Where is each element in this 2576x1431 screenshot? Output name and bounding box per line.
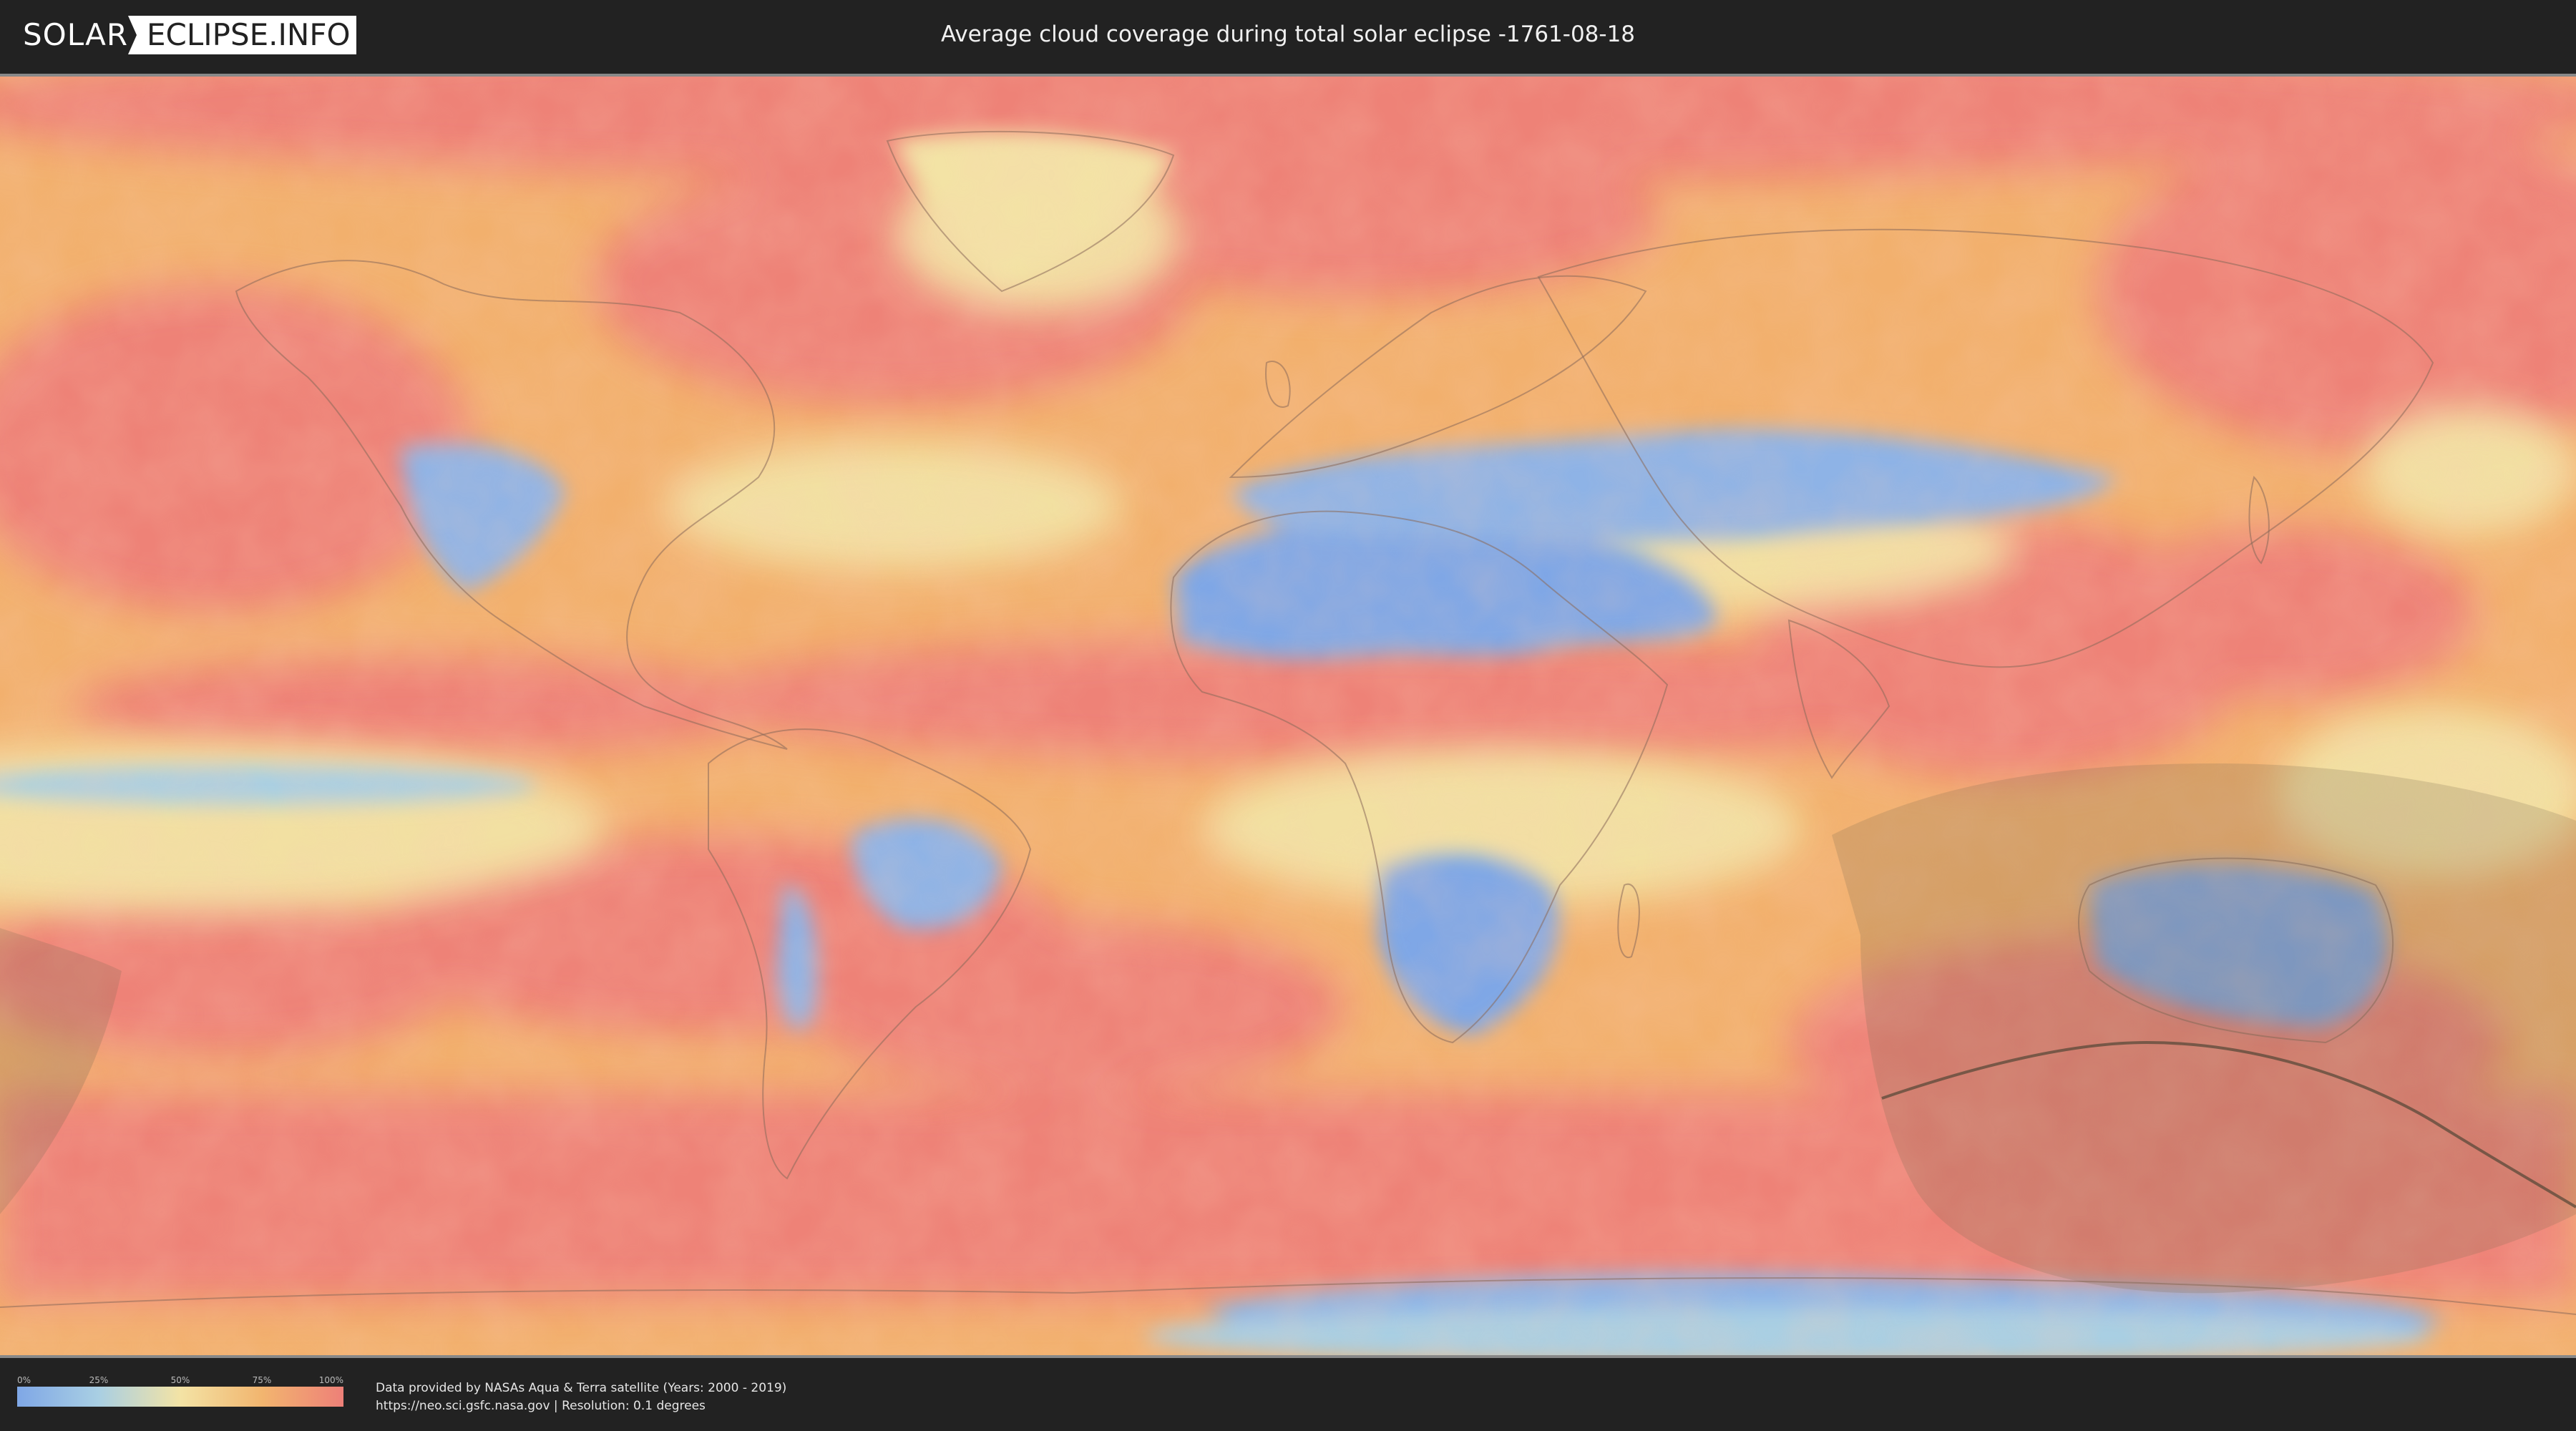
cloud-coverage-map[interactable] [0,74,2576,1358]
data-source-details: https://neo.sci.gsfc.nasa.gov | Resoluti… [376,1397,786,1415]
page-title: Average cloud coverage during total sola… [940,21,1636,47]
details-separator: | [550,1399,562,1413]
resolution-text: Resolution: 0.1 degrees [562,1399,706,1413]
legend-tick-0: 0% [17,1375,31,1385]
header-bar: SOLAR ECLIPSE.INFO Average cloud coverag… [0,0,2576,72]
cloud-coverage-legend: 0% 25% 50% 75% 100% [17,1374,343,1407]
legend-color-bar [17,1387,343,1407]
nasa-neo-link[interactable]: https://neo.sci.gsfc.nasa.gov [376,1399,550,1413]
legend-tick-50: 50% [170,1375,190,1385]
legend-tick-75: 75% [252,1375,272,1385]
legend-tick-100: 100% [318,1375,343,1385]
data-source-line: Data provided by NASAs Aqua & Terra sate… [376,1381,787,1395]
data-source-info: Data provided by NASAs Aqua & Terra sate… [376,1379,786,1415]
footer-bar: 0% 25% 50% 75% 100% Data provided by NAS… [0,1358,2576,1431]
page: SOLAR ECLIPSE.INFO Average cloud coverag… [0,0,2576,1431]
world-map-svg [0,77,2576,1355]
legend-tick-25: 25% [89,1375,109,1385]
legend-ticks: 0% 25% 50% 75% 100% [17,1374,343,1387]
